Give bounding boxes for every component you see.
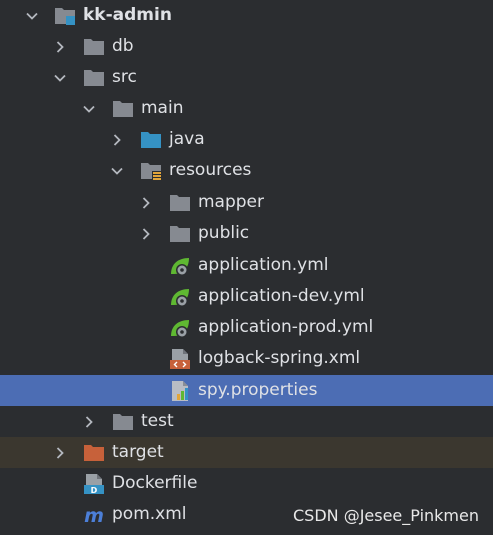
tree-item-label: test: [141, 411, 174, 431]
dockerfile-icon: D: [82, 472, 106, 496]
tree-item-label: logback-spring.xml: [198, 348, 361, 368]
chevron-down-icon[interactable]: [52, 70, 68, 86]
tree-item-label: kk-admin: [83, 5, 172, 25]
tree-item-application-prod-yml[interactable]: application-prod.yml: [0, 312, 493, 343]
resources-folder-icon: [139, 159, 163, 183]
tree-item-application-dev-yml[interactable]: application-dev.yml: [0, 281, 493, 312]
chevron-right-icon[interactable]: [52, 445, 68, 461]
svg-text:m: m: [84, 505, 104, 527]
spring-config-icon: [168, 285, 192, 309]
excluded-folder-icon: [82, 441, 106, 465]
tree-item-public[interactable]: public: [0, 218, 493, 249]
tree-item-label: java: [169, 129, 205, 149]
project-tree: kk-admin db src main java resources mapp…: [0, 0, 493, 535]
tree-item-db[interactable]: db: [0, 31, 493, 62]
watermark: CSDN @Jesee_Pinkmen: [292, 506, 479, 525]
tree-item-label: public: [198, 223, 250, 243]
tree-item-label: pom.xml: [112, 504, 187, 524]
tree-item-label: mapper: [198, 192, 265, 212]
folder-icon: [82, 35, 106, 59]
tree-item-test[interactable]: test: [0, 406, 493, 437]
chevron-down-icon[interactable]: [24, 8, 40, 24]
tree-item-dockerfile[interactable]: D Dockerfile: [0, 468, 493, 499]
tree-item-label: target: [112, 442, 164, 462]
module-folder-icon: [53, 4, 77, 28]
tree-item-label: main: [141, 98, 184, 118]
chevron-right-icon[interactable]: [52, 39, 68, 55]
xml-file-icon: [168, 347, 192, 371]
tree-item-java[interactable]: java: [0, 124, 493, 155]
chevron-down-icon[interactable]: [81, 101, 97, 117]
folder-icon: [82, 66, 106, 90]
folder-icon: [168, 191, 192, 215]
folder-icon: [168, 222, 192, 246]
chevron-down-icon[interactable]: [109, 163, 125, 179]
maven-icon: m: [82, 503, 106, 527]
tree-item-label: application-prod.yml: [198, 317, 374, 337]
chevron-right-icon[interactable]: [138, 226, 154, 242]
tree-item-label: Dockerfile: [112, 473, 198, 493]
tree-item-resources[interactable]: resources: [0, 155, 493, 186]
chevron-right-icon[interactable]: [81, 414, 97, 430]
svg-text:D: D: [91, 486, 98, 495]
tree-item-kk-admin[interactable]: kk-admin: [0, 0, 493, 31]
tree-item-label: db: [112, 36, 134, 56]
spring-config-icon: [168, 316, 192, 340]
tree-item-application-yml[interactable]: application.yml: [0, 250, 493, 281]
tree-item-mapper[interactable]: mapper: [0, 187, 493, 218]
folder-icon: [111, 97, 135, 121]
tree-item-label: resources: [169, 160, 252, 180]
spring-config-icon: [168, 254, 192, 278]
chevron-right-icon[interactable]: [109, 132, 125, 148]
tree-item-src[interactable]: src: [0, 62, 493, 93]
tree-item-label: spy.properties: [198, 380, 318, 400]
properties-file-icon: [168, 379, 192, 403]
tree-item-spy-properties[interactable]: spy.properties: [0, 375, 493, 406]
tree-item-target[interactable]: target: [0, 437, 493, 468]
source-folder-icon: [139, 128, 163, 152]
folder-icon: [111, 410, 135, 434]
chevron-right-icon[interactable]: [138, 195, 154, 211]
tree-item-label: application.yml: [198, 255, 329, 275]
tree-item-label: src: [112, 67, 137, 87]
tree-item-logback-spring-xml[interactable]: logback-spring.xml: [0, 343, 493, 374]
tree-item-main[interactable]: main: [0, 93, 493, 124]
tree-item-label: application-dev.yml: [198, 286, 365, 306]
